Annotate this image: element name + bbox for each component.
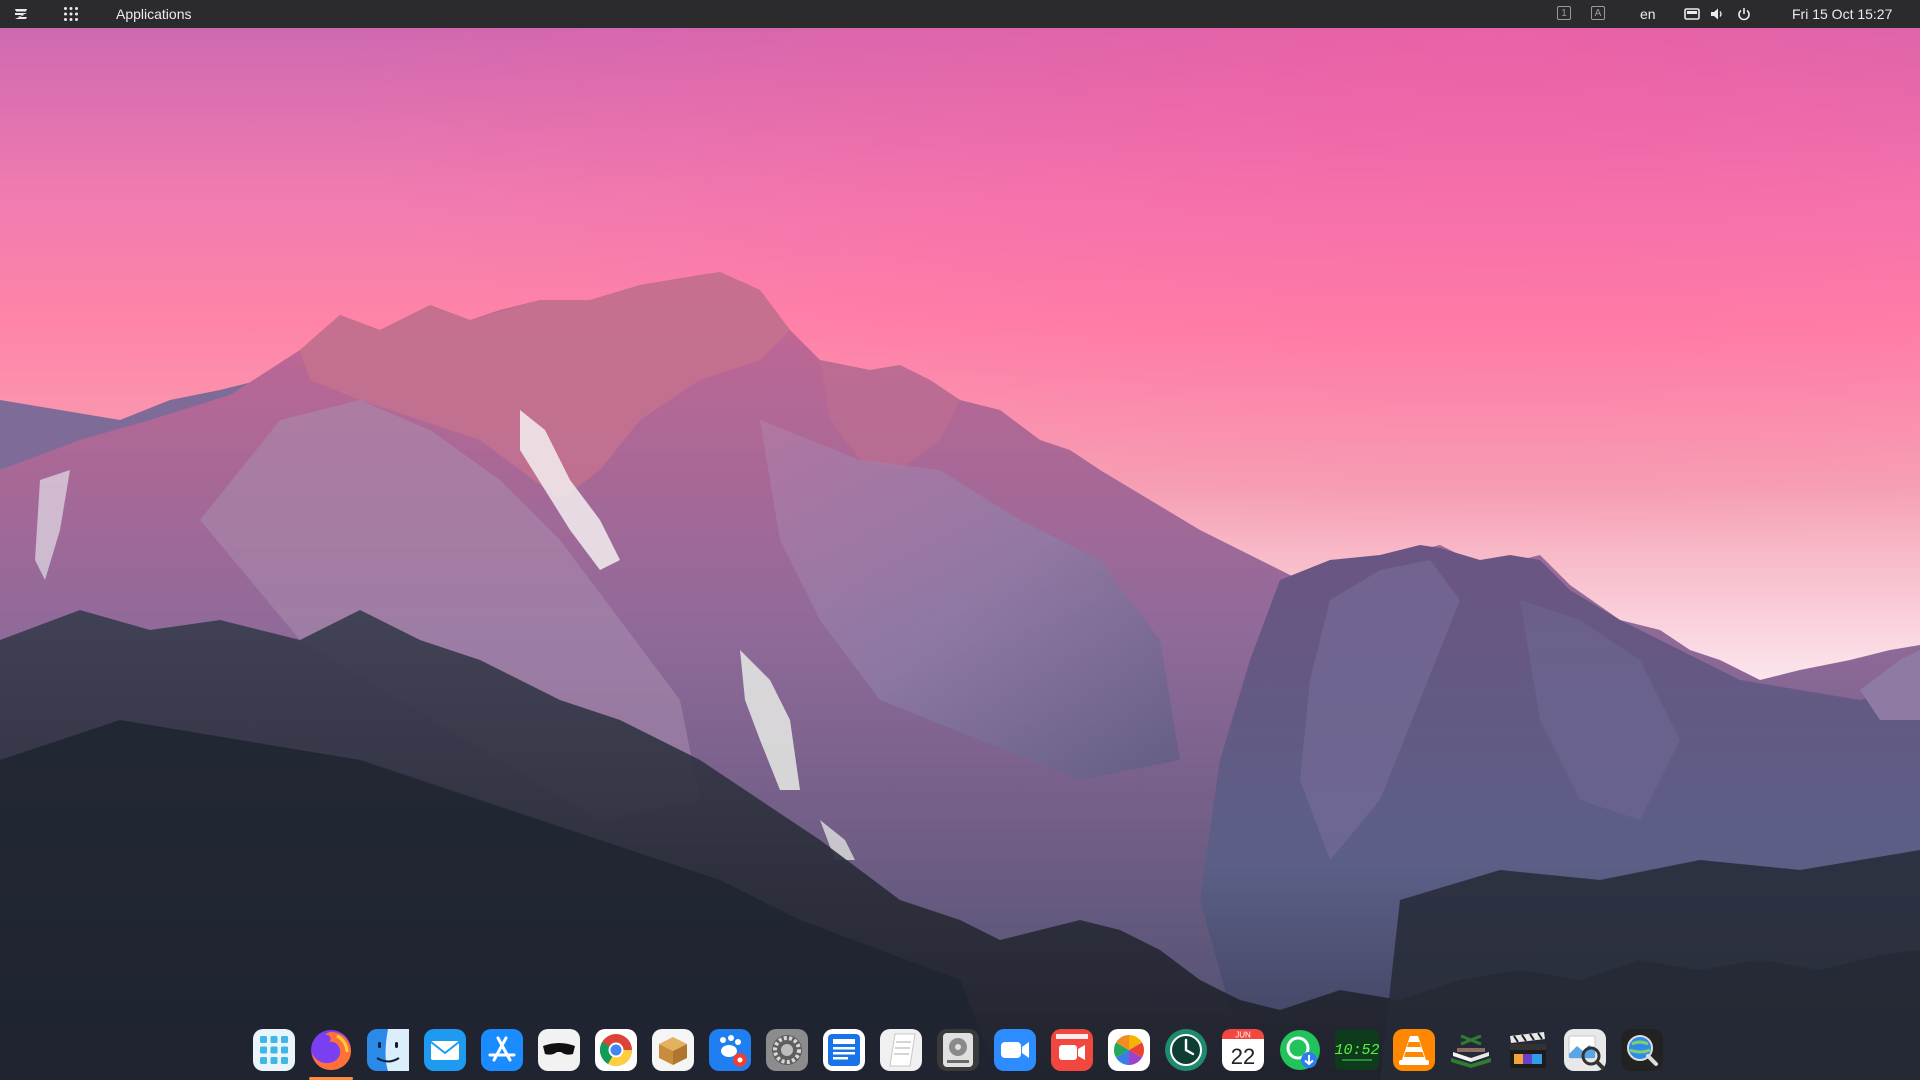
dock-item-finder[interactable] <box>364 1026 412 1080</box>
wallpaper-mountains <box>0 272 1920 1080</box>
dock-item-chrome[interactable] <box>592 1026 640 1080</box>
dock-item-screen-recorder[interactable] <box>1048 1026 1096 1080</box>
dock-item-downloader[interactable] <box>1276 1026 1324 1080</box>
dock-item-launchpad[interactable] <box>250 1026 298 1080</box>
book-icon <box>1451 1034 1491 1068</box>
keyboard-icon[interactable] <box>1683 5 1701 23</box>
language-indicator[interactable]: en <box>1640 6 1656 22</box>
top-panel: Applications 1 A en Fri 15 Oct 15:27 <box>0 0 1920 28</box>
photo-icon <box>1108 1029 1150 1071</box>
magnifier-icon <box>1564 1029 1606 1071</box>
zorin-logo-icon[interactable] <box>11 4 31 24</box>
app-grid-icon[interactable] <box>62 5 80 23</box>
dock-item-firefox[interactable] <box>307 1026 355 1080</box>
dock-item-vlc[interactable] <box>1390 1026 1438 1080</box>
workspace-indicator-1[interactable]: 1 <box>1557 6 1571 20</box>
digital-clock-icon: 10:52 <box>1334 1030 1380 1070</box>
dock-item-archive[interactable] <box>649 1026 697 1080</box>
dock-item-zoom[interactable] <box>991 1026 1039 1080</box>
clock-icon <box>1165 1029 1207 1071</box>
date-time-clock[interactable]: Fri 15 Oct 15:27 <box>1792 6 1892 22</box>
download-icon <box>1280 1030 1320 1070</box>
workspace-indicator-a[interactable]: A <box>1591 6 1605 20</box>
firefox-icon <box>311 1030 351 1070</box>
desktop[interactable]: Applications 1 A en Fri 15 Oct 15:27 JUN… <box>0 0 1920 1080</box>
record-camera-icon <box>1051 1029 1093 1071</box>
document-icon <box>823 1029 865 1071</box>
dock-item-time-machine[interactable] <box>1162 1026 1210 1080</box>
dock-item-image-viewer[interactable] <box>1561 1026 1609 1080</box>
volume-icon[interactable] <box>1709 5 1727 23</box>
dock-item-desktop-clock[interactable]: 10:52 <box>1333 1026 1381 1080</box>
dock-item-gimp[interactable] <box>706 1026 754 1080</box>
vlc-cone-icon <box>1393 1029 1435 1071</box>
package-icon <box>652 1029 694 1071</box>
dock-item-privacy[interactable] <box>535 1026 583 1080</box>
dock-item-web-browser[interactable] <box>1618 1026 1666 1080</box>
dock-item-app-store[interactable] <box>478 1026 526 1080</box>
video-camera-icon <box>994 1029 1036 1071</box>
calendar-icon: JUN 22 <box>1222 1029 1264 1071</box>
power-icon[interactable] <box>1735 5 1753 23</box>
applications-menu[interactable]: Applications <box>116 6 192 22</box>
launchpad-grid-icon <box>253 1029 295 1071</box>
clock-time: 10:52 <box>1334 1042 1379 1059</box>
notepad-icon <box>880 1029 922 1071</box>
dock-item-reader[interactable] <box>1447 1026 1495 1080</box>
calendar-month: JUN <box>1235 1031 1251 1040</box>
chrome-icon <box>595 1029 637 1071</box>
paw-settings-icon <box>709 1029 751 1071</box>
app-store-icon <box>481 1029 523 1071</box>
dock-item-notes[interactable] <box>877 1026 925 1080</box>
dock-item-system-preferences[interactable] <box>763 1026 811 1080</box>
globe-search-icon <box>1621 1029 1663 1071</box>
finder-face-icon <box>367 1029 409 1071</box>
calendar-day: 22 <box>1231 1044 1255 1069</box>
mail-envelope-icon <box>424 1029 466 1071</box>
mask-icon <box>538 1029 580 1071</box>
disk-icon <box>937 1029 979 1071</box>
dock: JUN 22 10:52 <box>250 1026 1666 1080</box>
dock-item-disk-utility[interactable] <box>934 1026 982 1080</box>
clapperboard-icon <box>1510 1032 1546 1068</box>
dock-item-calendar[interactable]: JUN 22 <box>1219 1026 1267 1080</box>
dock-item-text-editor[interactable] <box>820 1026 868 1080</box>
dock-item-mail[interactable] <box>421 1026 469 1080</box>
dock-item-photos[interactable] <box>1105 1026 1153 1080</box>
dock-item-video-editor[interactable] <box>1504 1026 1552 1080</box>
gear-icon <box>766 1029 808 1071</box>
